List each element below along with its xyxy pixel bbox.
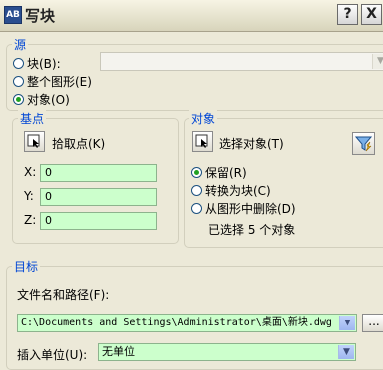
file-path-label: 文件名和路径(F): xyxy=(17,288,110,302)
radio-block[interactable]: 块(B): xyxy=(13,55,61,72)
select-objects-label: 选择对象(T) xyxy=(219,137,284,151)
help-button[interactable]: ? xyxy=(337,4,358,25)
radio-whole-drawing-label: 整个图形(E) xyxy=(27,75,92,89)
radio-whole-drawing-circle[interactable] xyxy=(13,76,24,87)
z-label: Z: xyxy=(24,213,37,227)
pick-point-icon xyxy=(27,134,40,148)
quick-select-filter-icon xyxy=(354,136,373,152)
title-bar: AB 写块 ? X xyxy=(0,0,383,32)
radio-block-label: 块(B): xyxy=(27,57,61,71)
radio-convert-to-block-label: 转换为块(C) xyxy=(205,184,271,198)
destination-legend: 目标 xyxy=(12,258,41,275)
chevron-down-icon: ▼ xyxy=(339,316,355,330)
radio-delete-from-drawing-circle[interactable] xyxy=(191,203,202,214)
insert-units-select[interactable]: 无单位 ▼ xyxy=(98,343,356,361)
radio-delete-from-drawing-label: 从图形中删除(D) xyxy=(205,202,296,216)
radio-retain-circle[interactable] xyxy=(191,167,202,178)
insert-units-value: 无单位 xyxy=(102,345,135,358)
radio-retain-label: 保留(R) xyxy=(205,166,247,180)
file-path-value: C:\Documents and Settings\Administrator\… xyxy=(21,317,332,328)
x-coordinate-input[interactable]: 0 xyxy=(40,164,157,182)
objects-legend: 对象 xyxy=(189,110,218,127)
x-label: X: xyxy=(24,165,37,179)
pick-point-label: 拾取点(K) xyxy=(52,137,106,151)
radio-objects-circle[interactable] xyxy=(13,94,24,105)
chevron-down-icon: ▼ xyxy=(372,54,383,69)
radio-convert-to-block[interactable]: 转换为块(C) xyxy=(191,182,271,199)
radio-convert-to-block-circle[interactable] xyxy=(191,185,202,196)
radio-delete-from-drawing[interactable]: 从图形中删除(D) xyxy=(191,200,296,217)
radio-whole-drawing[interactable]: 整个图形(E) xyxy=(13,73,92,90)
window-title: 写块 xyxy=(25,7,56,25)
insert-units-label: 插入单位(U): xyxy=(17,348,88,362)
radio-objects-label: 对象(O) xyxy=(27,93,70,107)
radio-retain[interactable]: 保留(R) xyxy=(191,164,247,181)
source-legend: 源 xyxy=(12,36,29,53)
pick-point-button[interactable] xyxy=(24,131,45,152)
quick-select-button[interactable] xyxy=(352,132,375,155)
base-point-legend: 基点 xyxy=(18,110,47,127)
y-label: Y: xyxy=(24,189,34,203)
z-coordinate-input[interactable]: 0 xyxy=(40,212,157,230)
radio-block-circle[interactable] xyxy=(13,58,24,69)
selection-status-text: 已选择 5 个对象 xyxy=(208,223,296,237)
close-button[interactable]: X xyxy=(361,4,382,25)
file-path-combobox[interactable]: C:\Documents and Settings\Administrator\… xyxy=(17,314,357,332)
chevron-down-icon: ▼ xyxy=(338,345,354,359)
y-coordinate-input[interactable]: 0 xyxy=(40,188,157,206)
select-objects-button[interactable] xyxy=(192,131,213,152)
autocad-app-icon: AB xyxy=(4,6,22,24)
block-name-select[interactable]: ▼ xyxy=(100,52,383,71)
browse-button[interactable]: ... xyxy=(362,314,383,332)
select-objects-icon xyxy=(195,134,208,148)
radio-objects[interactable]: 对象(O) xyxy=(13,91,70,108)
